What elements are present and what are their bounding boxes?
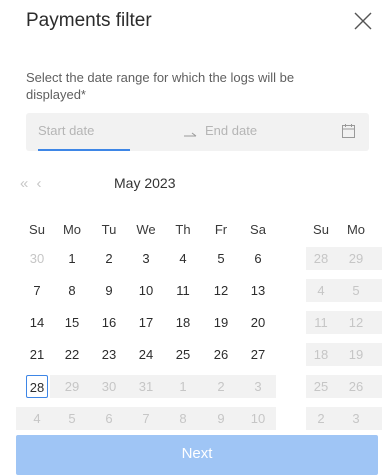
calendar-day[interactable]: 18 <box>168 311 198 334</box>
weekday-header: Tu <box>101 222 117 237</box>
calendar-day[interactable]: 8 <box>57 279 87 302</box>
calendar-day[interactable]: 9 <box>94 279 124 302</box>
calendar-day[interactable]: 4 <box>168 247 198 270</box>
calendar-day[interactable]: 27 <box>243 343 273 366</box>
calendar-day[interactable]: 13 <box>243 279 273 302</box>
weekday-header: Sa <box>250 222 266 237</box>
end-date-field[interactable]: End date <box>205 123 257 138</box>
calendar-day[interactable]: 29 <box>341 247 371 270</box>
calendar-day[interactable]: 2 <box>306 407 336 430</box>
start-date-field[interactable]: Start date <box>38 123 94 138</box>
calendar-day[interactable]: 29 <box>57 375 87 398</box>
calendar-day[interactable]: 8 <box>168 407 198 430</box>
calendar-day[interactable]: 20 <box>243 311 273 334</box>
calendar-day[interactable]: 11 <box>306 311 336 334</box>
calendar-day[interactable]: 19 <box>206 311 236 334</box>
calendar-day[interactable]: 16 <box>94 311 124 334</box>
dialog-title: Payments filter <box>26 10 152 31</box>
calendar-day[interactable]: 4 <box>22 407 52 430</box>
calendar-day[interactable]: 22 <box>57 343 87 366</box>
calendar-day[interactable]: 18 <box>306 343 336 366</box>
calendar-day[interactable]: 9 <box>206 407 236 430</box>
calendar-day[interactable]: 25 <box>168 343 198 366</box>
calendar-day[interactable]: 3 <box>243 375 273 398</box>
calendar-day[interactable]: 2 <box>206 375 236 398</box>
calendar-day[interactable]: 3 <box>131 247 161 270</box>
calendar-day[interactable]: 25 <box>306 375 336 398</box>
weekday-header: Th <box>175 222 191 237</box>
date-range-input[interactable]: Start date End date <box>26 113 369 151</box>
next-button[interactable]: Next <box>16 435 378 475</box>
calendar-day[interactable]: 30 <box>22 247 52 270</box>
calendar-day[interactable]: 30 <box>94 375 124 398</box>
weekday-header: Fr <box>214 222 228 237</box>
calendar-day[interactable]: 31 <box>131 375 161 398</box>
calendar-day[interactable]: 5 <box>57 407 87 430</box>
calendar-icon[interactable] <box>342 124 355 138</box>
date-range-description: Select the date range for which the logs… <box>26 70 295 102</box>
calendar-day[interactable]: 26 <box>206 343 236 366</box>
weekday-header: We <box>136 222 156 237</box>
calendar-day[interactable]: 11 <box>168 279 198 302</box>
weekday-header: Mo <box>346 222 366 237</box>
active-field-indicator <box>38 149 130 151</box>
calendar-day[interactable]: 23 <box>94 343 124 366</box>
calendar-day[interactable]: 4 <box>306 279 336 302</box>
calendar-day[interactable]: 17 <box>131 311 161 334</box>
calendar-day[interactable]: 7 <box>131 407 161 430</box>
calendar-day[interactable]: 7 <box>22 279 52 302</box>
arrow-right-icon <box>184 132 197 137</box>
calendar-day[interactable]: 6 <box>243 247 273 270</box>
weekday-header: Su <box>29 222 45 237</box>
calendar-day[interactable]: 21 <box>22 343 52 366</box>
close-icon[interactable] <box>352 10 374 32</box>
month-year-label[interactable]: May 2023 <box>114 175 175 191</box>
calendar-day[interactable]: 6 <box>94 407 124 430</box>
calendar-day[interactable]: 19 <box>341 343 371 366</box>
calendar-day[interactable]: 10 <box>131 279 161 302</box>
calendar-day[interactable]: 3 <box>341 407 371 430</box>
calendar-day[interactable]: 5 <box>341 279 371 302</box>
weekday-header: Mo <box>62 222 82 237</box>
calendar-day[interactable]: 2 <box>94 247 124 270</box>
calendar-day[interactable]: 1 <box>57 247 87 270</box>
calendar-dropdown: « ‹ May 2023 Su Mo Tu We Th Fr Sa Su Mo 30 1 2 3 4 5 6 7… <box>0 155 382 430</box>
calendar-day[interactable]: 12 <box>341 311 371 334</box>
calendar-day[interactable]: 5 <box>206 247 236 270</box>
calendar-day[interactable]: 10 <box>243 407 273 430</box>
calendar-day[interactable]: 1 <box>168 375 198 398</box>
calendar-day[interactable]: 26 <box>341 375 371 398</box>
calendar-day[interactable]: 28 <box>306 247 336 270</box>
calendar-day[interactable]: 14 <box>22 311 52 334</box>
calendar-day[interactable]: 24 <box>131 343 161 366</box>
calendar-day[interactable]: 12 <box>206 279 236 302</box>
weekday-header: Su <box>313 222 329 237</box>
calendar-day-today[interactable]: 28 <box>26 375 48 398</box>
prev-year-prev-month-icons[interactable]: « ‹ <box>20 175 44 192</box>
calendar-day[interactable]: 15 <box>57 311 87 334</box>
